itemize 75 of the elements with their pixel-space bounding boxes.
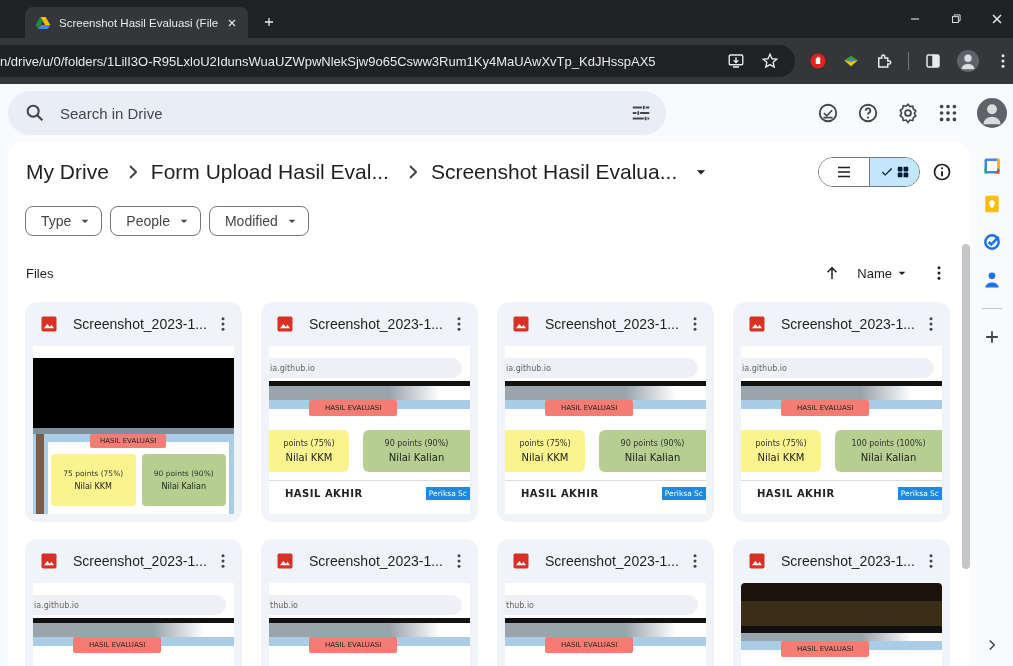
tab-title: Screenshot Hasil Evaluasi (File: [59, 16, 219, 29]
score-text: 100 points (100%): [851, 439, 926, 448]
file-name: Screenshot_2023-1...: [781, 316, 916, 332]
browser-tab[interactable]: Screenshot Hasil Evaluasi (File: [25, 7, 249, 38]
score-label: Nilai Kalian: [624, 452, 681, 463]
score-label: Nilai KKM: [757, 452, 805, 463]
heading: HASIL AKHIR: [285, 488, 364, 499]
star-icon[interactable]: [761, 52, 779, 70]
image-file-icon: [39, 551, 59, 571]
section-title: Files: [26, 265, 54, 281]
url-text: ia.github.io: [269, 363, 315, 373]
apps-icon[interactable]: [937, 102, 959, 124]
drive-logo-icon: [35, 14, 51, 31]
breadcrumb[interactable]: Form Upload Hasil Eval...: [150, 160, 389, 184]
grid-view-button[interactable]: [869, 158, 919, 186]
url-text: thub.io: [269, 600, 298, 610]
install-icon[interactable]: [727, 52, 745, 70]
puzzle-icon[interactable]: [875, 52, 893, 70]
file-name: Screenshot_2023-1...: [73, 316, 208, 332]
info-icon[interactable]: [932, 162, 952, 182]
image-file-icon: [747, 551, 767, 571]
url-text: ia.github.io: [741, 363, 787, 373]
score-text: 90 points (90%): [384, 439, 449, 448]
url-text: thub.io: [505, 600, 534, 610]
image-file-icon: [275, 551, 295, 571]
avatar-icon[interactable]: [977, 98, 1007, 128]
breadcrumb[interactable]: My Drive: [26, 160, 109, 184]
address-field[interactable]: n/drive/u/0/folders/1LilI3O-R95LxloU2IdunsWuaUZWpwNlekSjw9o65Csww3Rum1Ky4MaUAwXvTp_KdJHsspAX5: [0, 45, 795, 77]
score-label: Nilai KKM: [521, 452, 569, 463]
url-text: n/drive/u/0/folders/1LilI3O-R95LxloU2IdunsWuaUZWpwNlekSjw9o65Csww3Rum1Ky4MaUAwXvTp_KdJHsspAX5: [0, 53, 657, 69]
filter-chip[interactable]: People: [110, 206, 201, 236]
score-label: Nilai KKM: [74, 482, 112, 491]
image-file-icon: [39, 314, 59, 334]
file-name: Screenshot_2023-1...: [309, 553, 444, 569]
status-icon[interactable]: [817, 102, 839, 124]
score-text: 90 points (90%): [620, 439, 685, 448]
heading: HASIL AKHIR: [757, 488, 836, 499]
check-icon: [879, 165, 894, 179]
file-name: Screenshot_2023-1...: [545, 553, 680, 569]
tasks-icon[interactable]: [981, 232, 1002, 252]
search-field[interactable]: Search in Drive: [8, 91, 666, 135]
score-text: points (75%): [283, 439, 335, 448]
score-text: points (75%): [519, 439, 571, 448]
avatar-icon[interactable]: [957, 50, 979, 72]
search-input[interactable]: Search in Drive: [58, 103, 630, 123]
filter-chip[interactable]: Modified: [208, 206, 309, 236]
side-panel-icon[interactable]: [924, 52, 942, 70]
settings-icon[interactable]: [897, 102, 919, 124]
help-icon[interactable]: [857, 102, 879, 124]
score-text: points (75%): [755, 439, 807, 448]
score-label: Nilai Kalian: [860, 452, 917, 463]
breadcrumb[interactable]: Screenshot Hasil Evalua...: [430, 160, 678, 184]
score-label: Nilai Kalian: [388, 452, 445, 463]
search-icon[interactable]: [24, 102, 46, 124]
sort-button[interactable]: Name: [853, 265, 914, 281]
file-name: Screenshot_2023-1...: [309, 316, 444, 332]
chevron-icon: [128, 165, 137, 179]
url-text: ia.github.io: [33, 600, 79, 610]
image-file-icon: [747, 314, 767, 334]
scrollbar[interactable]: [962, 244, 970, 569]
file-name: Screenshot_2023-1...: [73, 553, 208, 569]
heading: HASIL AKHIR: [521, 488, 600, 499]
image-file-icon: [511, 551, 531, 571]
shield-icon[interactable]: [809, 52, 827, 70]
grid-icon: [895, 165, 910, 179]
file-name: Screenshot_2023-1...: [545, 316, 680, 332]
restore-icon[interactable]: [949, 12, 963, 26]
image-file-icon: [275, 314, 295, 334]
score-label: Nilai KKM: [285, 452, 333, 463]
score-label: Nilai Kalian: [161, 482, 206, 491]
file-name: Screenshot_2023-1...: [781, 553, 916, 569]
chevron-icon: [408, 165, 417, 179]
url-text: ia.github.io: [505, 363, 551, 373]
filter-chip[interactable]: Type: [25, 206, 103, 236]
image-file-icon: [511, 314, 531, 334]
